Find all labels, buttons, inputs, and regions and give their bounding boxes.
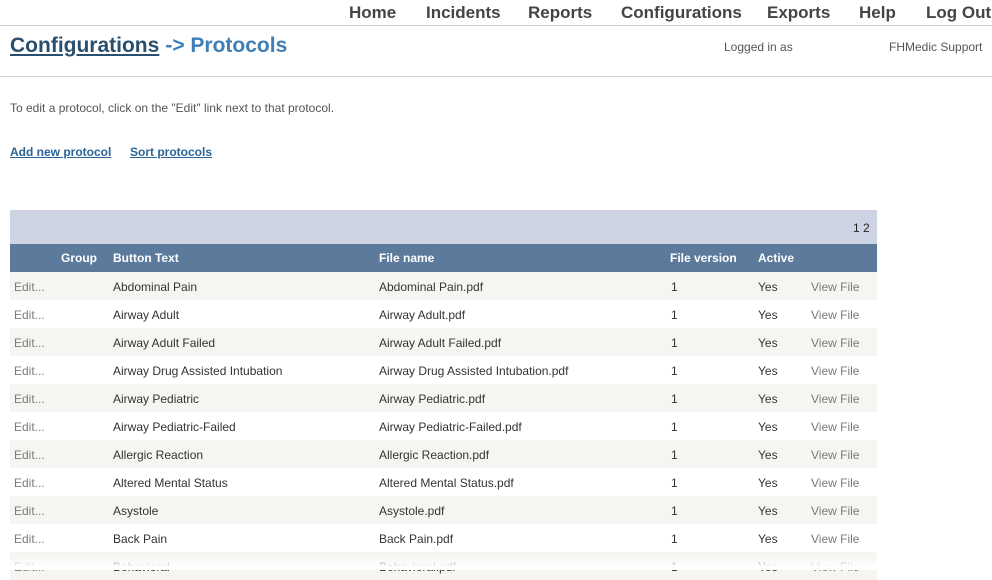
active-cell: Yes xyxy=(758,308,778,322)
file-version-cell: 1 xyxy=(671,476,678,490)
button-text-cell: Asystole xyxy=(113,504,159,518)
view-file-link[interactable]: View File xyxy=(811,392,859,406)
button-text-cell: Airway Adult Failed xyxy=(113,336,216,350)
file-version-cell: 1 xyxy=(671,392,678,406)
file-version-cell: 1 xyxy=(671,280,678,294)
nav-configurations[interactable]: Configurations xyxy=(621,3,742,23)
active-cell: Yes xyxy=(758,420,778,434)
column-header-button-text: Button Text xyxy=(113,251,179,265)
table-row: Edit... Altered Mental Status Altered Me… xyxy=(10,468,877,496)
pager-bar: 1 2 xyxy=(10,210,877,244)
edit-link[interactable]: Edit... xyxy=(14,364,45,378)
view-file-link[interactable]: View File xyxy=(811,336,859,350)
button-text-cell: Altered Mental Status xyxy=(113,476,228,490)
button-text-cell: Allergic Reaction xyxy=(113,448,204,462)
column-header-file-name: File name xyxy=(379,251,435,265)
top-divider xyxy=(0,25,992,26)
button-text-cell: Back Pain xyxy=(113,532,168,546)
button-text-cell: Abdominal Pain xyxy=(113,280,198,294)
edit-link[interactable]: Edit... xyxy=(14,448,45,462)
column-header-active: Active xyxy=(758,251,795,265)
button-text-cell: Airway Drug Assisted Intubation xyxy=(113,364,283,378)
view-file-link[interactable]: View File xyxy=(811,420,859,434)
nav-reports[interactable]: Reports xyxy=(528,3,592,23)
table-row: Edit... Airway Adult Airway Adult.pdf 1 … xyxy=(10,300,877,328)
edit-link[interactable]: Edit... xyxy=(14,336,45,350)
header-divider xyxy=(0,76,992,77)
table-row: Edit... Airway Drug Assisted Intubation … xyxy=(10,356,877,384)
button-text-cell: Airway Pediatric-Failed xyxy=(113,420,236,434)
sort-protocols-link[interactable]: Sort protocols xyxy=(130,145,212,159)
page-link-1[interactable]: 1 xyxy=(853,221,860,235)
edit-link[interactable]: Edit... xyxy=(14,504,45,518)
active-cell: Yes xyxy=(758,336,778,350)
page-link-2[interactable]: 2 xyxy=(863,221,870,235)
nav-exports[interactable]: Exports xyxy=(767,3,830,23)
table-row: Edit... Asystole Asystole.pdf 1 Yes View… xyxy=(10,496,877,524)
file-version-cell: 1 xyxy=(671,308,678,322)
add-protocol-link[interactable]: Add new protocol xyxy=(10,145,111,159)
view-file-link[interactable]: View File xyxy=(811,504,859,518)
view-file-link[interactable]: View File xyxy=(811,476,859,490)
file-name-cell: Abdominal Pain.pdf xyxy=(379,280,484,294)
edit-link[interactable]: Edit... xyxy=(14,532,45,546)
view-file-link[interactable]: View File xyxy=(811,280,859,294)
top-nav: Home Incidents Reports Configurations Ex… xyxy=(0,0,992,26)
table-header: Group Button Text File name File version… xyxy=(10,244,877,272)
logged-in-label: Logged in as xyxy=(724,40,793,54)
active-cell: Yes xyxy=(758,392,778,406)
file-version-cell: 1 xyxy=(671,420,678,434)
edit-link[interactable]: Edit... xyxy=(14,308,45,322)
active-cell: Yes xyxy=(758,448,778,462)
instructions-text: To edit a protocol, click on the "Edit" … xyxy=(10,101,335,115)
button-text-cell: Airway Adult xyxy=(113,308,180,322)
page-title: Configurations -> Protocols xyxy=(10,34,287,58)
button-text-cell: Airway Pediatric xyxy=(113,392,200,406)
table-row: Edit... Airway Pediatric Airway Pediatri… xyxy=(10,384,877,412)
file-version-cell: 1 xyxy=(671,364,678,378)
breadcrumb-current: -> Protocols xyxy=(165,34,288,57)
nav-help[interactable]: Help xyxy=(859,3,896,23)
active-cell: Yes xyxy=(758,504,778,518)
active-cell: Yes xyxy=(758,364,778,378)
file-name-cell: Airway Adult.pdf xyxy=(379,308,466,322)
file-version-cell: 1 xyxy=(671,448,678,462)
file-name-cell: Back Pain.pdf xyxy=(379,532,454,546)
table-row: Edit... Airway Pediatric-Failed Airway P… xyxy=(10,412,877,440)
active-cell: Yes xyxy=(758,280,778,294)
file-name-cell: Airway Drug Assisted Intubation.pdf xyxy=(379,364,569,378)
file-name-cell: Airway Pediatric-Failed.pdf xyxy=(379,420,522,434)
edit-link[interactable]: Edit... xyxy=(14,476,45,490)
view-file-link[interactable]: View File xyxy=(811,308,859,322)
nav-home[interactable]: Home xyxy=(349,3,396,23)
file-version-cell: 1 xyxy=(671,336,678,350)
table-row: Edit... Airway Adult Failed Airway Adult… xyxy=(10,328,877,356)
table-row: Edit... Allergic Reaction Allergic React… xyxy=(10,440,877,468)
file-name-cell: Altered Mental Status.pdf xyxy=(379,476,514,490)
file-version-cell: 1 xyxy=(671,504,678,518)
user-name: FHMedic Support xyxy=(889,40,983,54)
edit-link[interactable]: Edit... xyxy=(14,420,45,434)
file-name-cell: Airway Pediatric.pdf xyxy=(379,392,486,406)
protocol-table-body: Edit... Abdominal Pain Abdominal Pain.pd… xyxy=(10,272,877,580)
edit-link[interactable]: Edit... xyxy=(14,392,45,406)
table-row: Edit... Abdominal Pain Abdominal Pain.pd… xyxy=(10,272,877,300)
view-file-link[interactable]: View File xyxy=(811,532,859,546)
column-header-group: Group xyxy=(61,251,97,265)
breadcrumb-configurations-link[interactable]: Configurations xyxy=(10,34,159,57)
file-name-cell: Airway Adult Failed.pdf xyxy=(379,336,502,350)
file-name-cell: Asystole.pdf xyxy=(379,504,445,518)
active-cell: Yes xyxy=(758,532,778,546)
file-name-cell: Allergic Reaction.pdf xyxy=(379,448,490,462)
column-header-file-version: File version xyxy=(670,251,737,265)
table-row: Edit... Back Pain Back Pain.pdf 1 Yes Vi… xyxy=(10,524,877,552)
view-file-link[interactable]: View File xyxy=(811,364,859,378)
nav-incidents[interactable]: Incidents xyxy=(426,3,501,23)
edit-link[interactable]: Edit... xyxy=(14,280,45,294)
view-file-link[interactable]: View File xyxy=(811,448,859,462)
nav-logout[interactable]: Log Out xyxy=(926,3,991,23)
bottom-fade xyxy=(0,558,992,570)
file-version-cell: 1 xyxy=(671,532,678,546)
active-cell: Yes xyxy=(758,476,778,490)
